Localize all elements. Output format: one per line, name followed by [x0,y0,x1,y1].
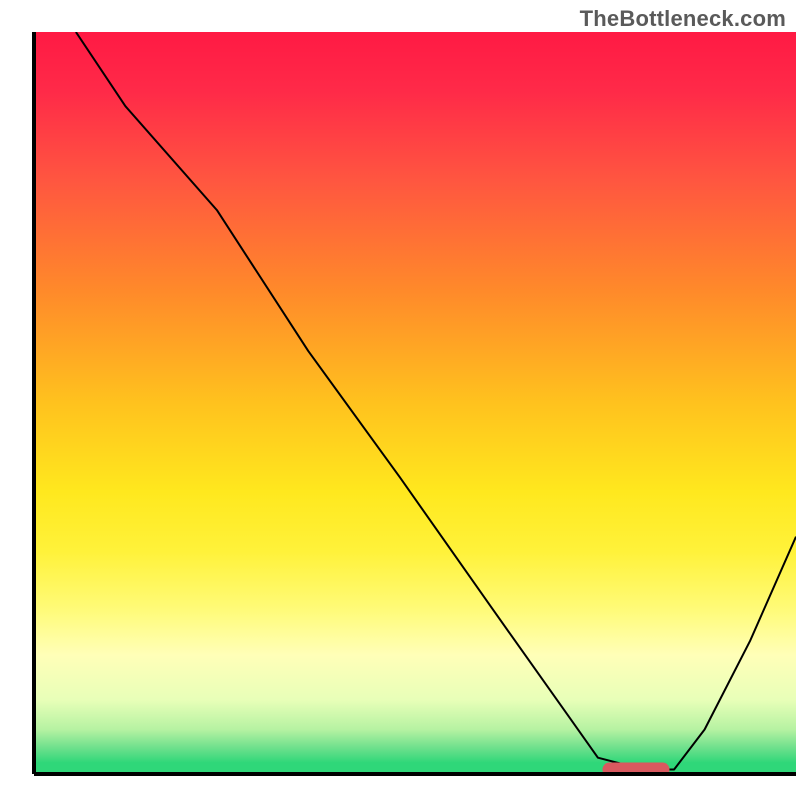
watermark-text: TheBottleneck.com [580,6,786,32]
chart-container: TheBottleneck.com [0,0,800,800]
bottleneck-chart [0,0,800,800]
gradient-background [34,32,796,774]
